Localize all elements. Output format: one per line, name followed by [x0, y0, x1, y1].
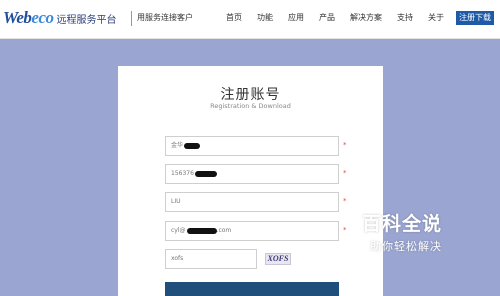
submit-button[interactable] — [165, 282, 339, 296]
redaction-mark — [194, 170, 217, 177]
watermark-subtitle: 助你轻松解决 — [370, 240, 442, 253]
redaction-mark — [186, 227, 217, 234]
nav-features[interactable]: 功能 — [257, 11, 273, 25]
nav-about[interactable]: 关于 — [428, 11, 444, 25]
email-field[interactable]: cyl@ .com — [165, 221, 339, 241]
main-nav: 首页 功能 应用 产品 解决方案 支持 关于 注册下载 — [211, 11, 494, 25]
registration-card: 注册账号 Registration & Download 金华 * 156376… — [118, 66, 383, 296]
required-marker: * — [343, 197, 347, 205]
nav-solutions[interactable]: 解决方案 — [350, 11, 382, 25]
watermark-title: 百科全说 — [362, 213, 443, 235]
phone-field[interactable]: 156376 — [165, 164, 339, 184]
watermark: 百科全说 助你轻松解决 — [362, 209, 492, 254]
form-subtitle: Registration & Download — [210, 102, 291, 110]
required-marker: * — [343, 141, 347, 149]
brand-tagline: 用服务连接客户 — [137, 13, 193, 22]
required-marker: * — [343, 226, 347, 234]
required-marker: * — [343, 169, 347, 177]
logo-wordmark: Webeco — [3, 8, 54, 27]
header-divider — [131, 11, 132, 26]
redaction-mark — [184, 142, 201, 149]
company-field[interactable]: 金华 — [165, 136, 339, 156]
nav-applications[interactable]: 应用 — [288, 11, 304, 25]
logo-platform-text: 远程服务平台 — [56, 14, 117, 26]
webeco-logo[interactable]: Webeco 远程服务平台 — [3, 7, 117, 29]
top-navigation-bar: Webeco 远程服务平台 用服务连接客户 首页 功能 应用 产品 解决方案 支… — [0, 0, 500, 39]
name-field[interactable]: LIU — [165, 192, 339, 212]
nav-home[interactable]: 首页 — [226, 11, 242, 25]
form-title: 注册账号 — [220, 87, 281, 103]
captcha-input[interactable]: xofs — [165, 249, 257, 269]
register-download-button[interactable]: 注册下载 — [456, 11, 494, 25]
nav-products[interactable]: 产品 — [319, 11, 335, 25]
captcha-image[interactable]: XOFS — [265, 253, 291, 265]
nav-support[interactable]: 支持 — [397, 11, 413, 25]
